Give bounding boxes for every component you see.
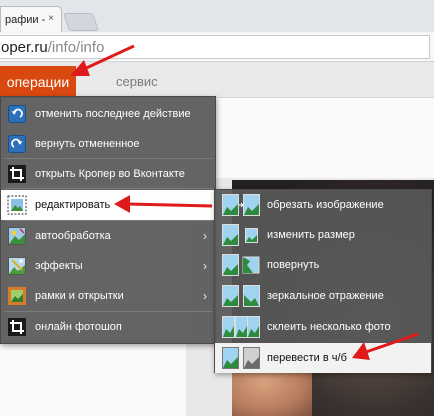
tab-title: рафии - [5,13,46,26]
crop-icon [7,317,27,337]
submenu-item-label: склеить несколько фото [267,321,391,333]
crop-icon [7,164,27,184]
address-bar: oper.ru/info/info [0,32,434,62]
menu-item-effects[interactable]: эффекты › [1,251,215,281]
menu-item-frames[interactable]: рамки и открытки › [1,281,215,311]
auto-icon [7,226,27,246]
submenu-item-mirror[interactable]: зеркальное отражение [215,281,431,311]
rotate-icon [222,254,260,276]
submenu-item-label: повернуть [267,259,320,271]
url-path: /info/info [47,38,105,56]
effects-icon [7,256,27,276]
close-icon[interactable]: × [48,13,54,24]
submenu-item-merge[interactable]: склеить несколько фото [215,312,431,342]
browser-tab-strip: рафии - × [0,0,434,32]
chevron-right-icon: › [203,259,207,273]
operations-menu: отменить последнее действие вернуть отме… [0,96,216,344]
menu-divider [5,188,213,189]
chevron-right-icon: › [203,289,207,303]
submenu-item-label: изменить размер [267,229,355,241]
menu-item-open-vk[interactable]: открыть Кропер во Вконтакте [1,159,215,189]
menu-item-label: автообработка [35,230,111,242]
merge-icon [222,316,260,338]
menu-item-edit[interactable]: редактировать › [1,190,215,220]
submenu-item-resize[interactable]: изменить размер [215,220,431,250]
submenu-item-grayscale[interactable]: перевести в ч/б [215,343,431,373]
menu-item-label: редактировать [35,199,111,211]
menu-item-redo[interactable]: вернуть отмененное [1,129,215,159]
resize-icon [222,224,260,246]
browser-tab[interactable]: рафии - × [0,6,62,32]
nav-operations-button[interactable]: операции [0,66,76,98]
submenu-item-label: перевести в ч/б [267,352,347,364]
edit-submenu: обрезать изображение изменить размер пов… [214,189,432,373]
crop-image-icon [222,194,260,216]
nav-service-link[interactable]: сервис [116,74,158,89]
url-field[interactable]: oper.ru/info/info [0,35,430,59]
menu-item-label: вернуть отмененное [35,138,140,150]
menu-item-label: эффекты [35,260,83,272]
chevron-right-icon: › [203,198,207,212]
submenu-item-label: зеркальное отражение [267,290,384,302]
edit-icon [7,195,27,215]
url-host: oper.ru [1,38,48,56]
chevron-right-icon: › [203,229,207,243]
submenu-item-label: обрезать изображение [267,199,384,211]
frames-icon [7,286,27,306]
menu-item-undo[interactable]: отменить последнее действие [1,99,215,129]
undo-icon [7,104,27,124]
site-nav-bar: операции сервис [0,62,434,98]
new-tab-button[interactable] [63,13,99,31]
menu-item-online-photoshop[interactable]: онлайн фотошоп [1,312,215,342]
menu-item-label: онлайн фотошоп [35,321,122,333]
submenu-item-crop[interactable]: обрезать изображение [215,190,431,220]
menu-item-auto[interactable]: автообработка › [1,221,215,251]
menu-item-label: отменить последнее действие [35,108,191,120]
menu-item-label: открыть Кропер во Вконтакте [35,168,185,180]
menu-item-label: рамки и открытки [35,290,124,302]
grayscale-icon [222,347,260,369]
redo-icon [7,134,27,154]
submenu-item-rotate[interactable]: повернуть [215,250,431,280]
mirror-icon [222,285,260,307]
